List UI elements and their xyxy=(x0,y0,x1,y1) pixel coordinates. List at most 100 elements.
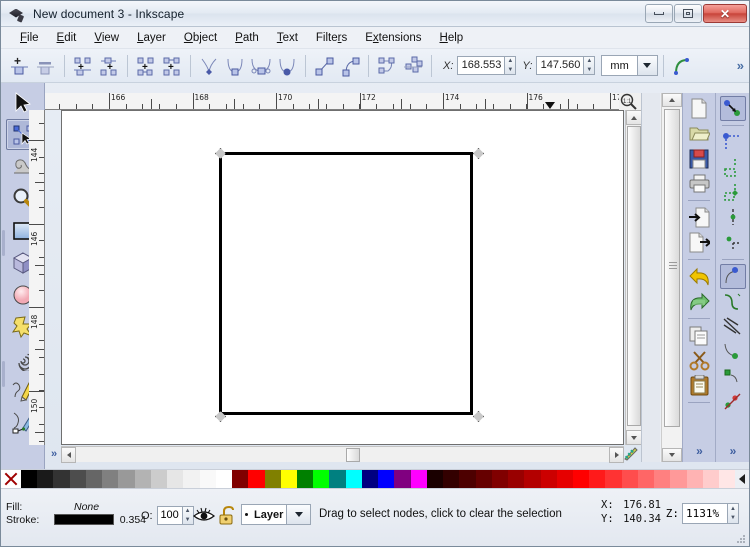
scroll-down-button[interactable] xyxy=(626,430,642,445)
color-palette[interactable] xyxy=(1,469,749,489)
palette-swatch[interactable] xyxy=(654,470,671,489)
palette-swatch[interactable] xyxy=(102,470,119,489)
palette-swatch[interactable] xyxy=(589,470,606,489)
menu-filters[interactable]: Filters xyxy=(307,29,356,47)
dock-scroll-thumb[interactable] xyxy=(664,109,680,427)
palette-swatch[interactable] xyxy=(167,470,184,489)
palette-swatch[interactable] xyxy=(199,470,216,489)
palette-swatch[interactable] xyxy=(21,470,38,489)
scroll-up-button[interactable] xyxy=(626,110,642,125)
palette-swatch[interactable] xyxy=(540,470,557,489)
snap-cusp-node-toggle[interactable] xyxy=(720,314,746,339)
node-symmetric-button[interactable] xyxy=(248,53,274,79)
layer-visibility-toggle[interactable] xyxy=(192,507,216,527)
toolbox-drag-handle[interactable] xyxy=(1,83,6,469)
palette-scroll-arrow[interactable] xyxy=(735,470,749,488)
toolbar-overflow-button[interactable]: » xyxy=(737,58,744,73)
segment-curve-button[interactable] xyxy=(337,53,363,79)
menu-layer[interactable]: Layer xyxy=(128,29,175,47)
palette-swatch[interactable] xyxy=(296,470,314,489)
palette-swatch[interactable] xyxy=(345,470,362,489)
node-handle-top-right[interactable] xyxy=(473,148,482,157)
y-input[interactable]: 147.560 xyxy=(536,56,585,75)
layer-lock-toggle[interactable] xyxy=(219,505,237,528)
object-to-path-button[interactable] xyxy=(374,53,400,79)
delete-segment-button[interactable]: + xyxy=(159,53,185,79)
palette-swatch[interactable] xyxy=(215,470,233,489)
palette-swatch[interactable] xyxy=(329,470,346,489)
vertical-ruler[interactable]: 144 146 148 150 xyxy=(29,110,45,445)
cut-button[interactable] xyxy=(686,348,712,373)
import-button[interactable] xyxy=(686,205,712,230)
palette-swatch[interactable] xyxy=(605,470,622,489)
canvas-horizontal-scrollbar[interactable] xyxy=(61,446,624,463)
zoom-1to1-icon[interactable]: 1:1 xyxy=(619,93,641,110)
palette-swatch[interactable] xyxy=(410,470,427,489)
palette-swatch[interactable] xyxy=(313,470,330,489)
insert-node-button[interactable]: + xyxy=(7,53,33,79)
palette-swatch[interactable] xyxy=(556,470,573,489)
style-indicator[interactable]: Fill: None Stroke: 0.354 xyxy=(6,500,146,526)
menu-help[interactable]: Help xyxy=(431,29,473,47)
join-nodes-button[interactable]: + xyxy=(96,53,122,79)
maximize-button[interactable] xyxy=(674,4,702,23)
palette-swatch[interactable] xyxy=(426,470,444,489)
menu-file[interactable]: File xyxy=(11,29,48,47)
palette-swatch[interactable] xyxy=(394,470,411,489)
toolbox-overflow-button[interactable]: » xyxy=(45,445,62,462)
palette-swatch[interactable] xyxy=(719,470,736,489)
open-document-button[interactable] xyxy=(686,121,712,146)
dock-scroll-up-button[interactable] xyxy=(662,93,682,107)
fill-stroke-tab[interactable]: Fill and Stroke (Shift+Ctrl+F) xyxy=(643,293,709,458)
palette-swatch[interactable] xyxy=(686,470,703,489)
node-cusp-button[interactable] xyxy=(196,53,222,79)
palette-swatch[interactable] xyxy=(524,470,541,489)
fill-row[interactable]: Fill: None xyxy=(6,500,146,513)
menu-object[interactable]: Object xyxy=(175,29,226,47)
snap-bbox-edge-toggle[interactable] xyxy=(720,155,746,180)
palette-swatch[interactable] xyxy=(459,470,476,489)
unit-select[interactable]: mm xyxy=(601,55,658,76)
enable-snapping-toggle[interactable] xyxy=(719,96,746,121)
zoom-input[interactable]: 1131% xyxy=(682,503,728,524)
menu-extensions[interactable]: Extensions xyxy=(356,29,430,47)
palette-swatch[interactable] xyxy=(118,470,135,489)
y-spinner[interactable]: ▲ ▼ xyxy=(584,56,596,75)
dock-scroll-down-button[interactable] xyxy=(662,448,682,462)
join-segment-button[interactable]: + xyxy=(133,53,159,79)
palette-swatch[interactable] xyxy=(637,470,655,489)
menu-edit[interactable]: Edit xyxy=(48,29,86,47)
paste-button[interactable] xyxy=(686,373,712,398)
node-handle-bottom-left[interactable] xyxy=(215,411,224,420)
resize-grip[interactable] xyxy=(736,534,746,544)
snap-smooth-node-toggle[interactable] xyxy=(720,339,746,364)
palette-swatch[interactable] xyxy=(134,470,151,489)
node-handle-top-left[interactable] xyxy=(215,148,224,157)
palette-swatch[interactable] xyxy=(37,470,54,489)
save-document-button[interactable] xyxy=(686,146,712,171)
palette-swatch[interactable] xyxy=(670,470,687,489)
redo-button[interactable] xyxy=(686,289,712,314)
palette-swatch[interactable] xyxy=(702,470,720,489)
palette-swatch[interactable] xyxy=(150,470,168,489)
x-spinner[interactable]: ▲ ▼ xyxy=(505,56,517,75)
node-auto-button[interactable] xyxy=(274,53,300,79)
menu-text[interactable]: Text xyxy=(268,29,307,47)
opacity-spinner[interactable]: ▲ ▼ xyxy=(182,506,194,525)
horizontal-scroll-thumb[interactable] xyxy=(346,448,360,462)
export-button[interactable] xyxy=(686,230,712,255)
snap-bbox-midpoint-toggle[interactable] xyxy=(720,205,746,230)
none-swatch[interactable] xyxy=(1,470,21,488)
palette-swatch[interactable] xyxy=(248,470,265,489)
copy-button[interactable] xyxy=(686,323,712,348)
segment-line-button[interactable] xyxy=(311,53,337,79)
palette-swatch[interactable] xyxy=(443,470,460,489)
show-transform-handles-toggle[interactable] xyxy=(669,53,695,79)
snap-bbox-corner-toggle[interactable] xyxy=(720,180,746,205)
palette-swatch[interactable] xyxy=(232,470,249,489)
horizontal-ruler[interactable]: 166168170172174176178 xyxy=(45,93,641,110)
snap-others-toggle[interactable] xyxy=(720,389,746,414)
new-document-button[interactable] xyxy=(686,96,712,121)
snap-bar-overflow-button[interactable]: » xyxy=(730,444,737,458)
layer-select-chevron[interactable] xyxy=(286,504,311,525)
